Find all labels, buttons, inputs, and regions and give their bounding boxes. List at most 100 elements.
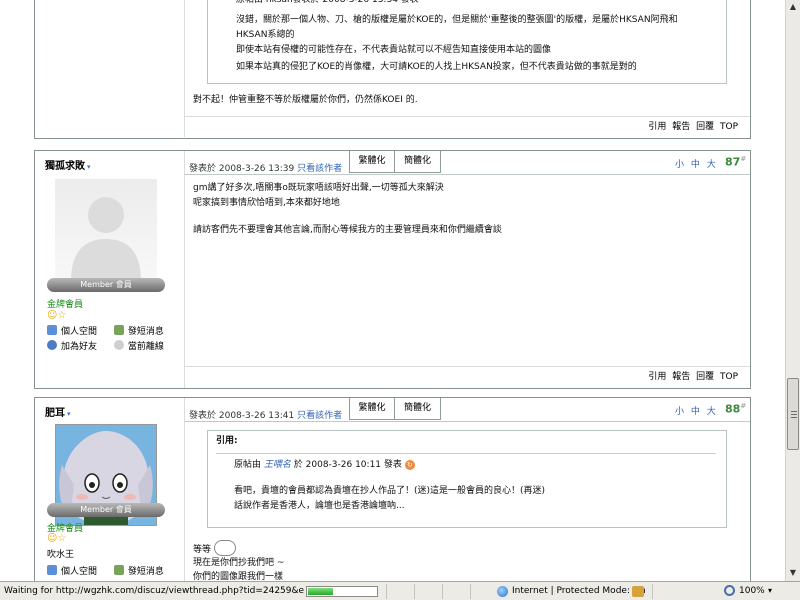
font-size-switch[interactable]: 小 中 大 — [675, 157, 718, 170]
home-icon — [47, 325, 57, 335]
tools-icon[interactable] — [632, 586, 644, 597]
floor-number-text: 87 — [725, 155, 741, 169]
zoom-dropdown-icon[interactable]: ▾ — [768, 582, 772, 600]
add-friend-label[interactable]: 加為好友 — [61, 342, 97, 352]
traditional-button[interactable]: 繁體化 — [349, 151, 395, 173]
quote-line: 即使本站有侵權的可能性存在，不代表貴站就可以不經告知直接使用本站的圖像 — [236, 45, 552, 55]
post-line: 呢家搞到事情欣恰唔到,本來都好地地 — [193, 198, 340, 208]
floor-number-text: 88 — [725, 402, 741, 416]
custom-title: 吹水王 — [47, 550, 75, 560]
add-friend-link[interactable]: 加為好友 — [47, 340, 111, 355]
post-action-bar: 引用 報告 回覆 TOP — [185, 116, 750, 138]
message-icon — [113, 565, 124, 575]
rank-stars-icon: ☺☆ — [47, 310, 67, 321]
post-previous: 原帖由 hksan發表於 2008-3-26 13:34 發表 沒錯，關於那一個… — [34, 0, 751, 139]
scrollbar-thumb[interactable] — [787, 378, 799, 450]
quote-block: 原帖由 hksan發表於 2008-3-26 13:34 發表 沒錯，關於那一個… — [207, 0, 727, 84]
status-bar: Waiting for http://wgzhk.com/discuz/view… — [0, 581, 800, 600]
quote-source-prefix: 原帖由 — [234, 460, 262, 470]
avatar[interactable] — [55, 179, 157, 281]
page-viewport: 原帖由 hksan發表於 2008-3-26 13:34 發表 沒錯，關於那一個… — [0, 0, 785, 581]
send-message-link[interactable]: 發短消息 — [113, 325, 164, 337]
quote-line: HKSAN系總的 — [236, 30, 295, 40]
quote-source: 原帖由 王喂名 於 2008-3-26 10:11 發表 ↻ — [234, 458, 415, 473]
default-avatar-icon — [55, 179, 157, 281]
simplified-button[interactable]: 簡體化 — [395, 151, 441, 173]
loading-progress-bar — [306, 586, 378, 597]
reply-link[interactable]: 回覆 — [696, 372, 714, 382]
user-links: 個人空間 發短消息 加為好友 當前離線 — [47, 325, 164, 355]
go-to-post-icon[interactable]: ↻ — [404, 460, 415, 470]
quote-inner: 原帖由 王喂名 於 2008-3-26 10:11 發表 ↻ 看吧，貴壇的會員都… — [216, 453, 716, 523]
report-link[interactable]: 報告 — [672, 372, 690, 382]
quote-line: 沒錯，關於那一個人物、刀、槍的版權是屬於KOE的，但是關於'重整後的整張圖'的版… — [236, 15, 678, 25]
quote-source-user[interactable]: 王喂名 — [264, 460, 291, 470]
only-author-link[interactable]: 只看該作者 — [297, 164, 342, 174]
send-message-link[interactable]: 發短消息 — [113, 565, 164, 577]
quote-title: 引用: — [216, 436, 238, 446]
traditional-button[interactable]: 繁體化 — [349, 398, 395, 420]
smiley-icon — [213, 540, 236, 556]
post-line: 現在是你們抄我們吧 ~ — [193, 558, 285, 568]
floor-number: 87# — [725, 155, 746, 169]
post-line: gm講了好多次,唔關事o既玩家唔該唔好出聲,一切等孤大來解決 — [193, 183, 444, 193]
top-link[interactable]: TOP — [720, 372, 738, 382]
profile-link[interactable]: 個人空間 — [47, 565, 111, 580]
username-text[interactable]: 獨孤求敗 — [45, 161, 85, 172]
post-line-text: 等等 — [193, 545, 212, 555]
font-size-switch[interactable]: 小 中 大 — [675, 404, 718, 417]
username-text[interactable]: 肥耳 — [45, 408, 65, 419]
post-line: 你們的圖像跟我們一樣 — [193, 572, 284, 581]
message-icon — [113, 325, 124, 335]
quote-link[interactable]: 引用 — [648, 122, 666, 132]
offline-icon — [113, 340, 124, 350]
send-message-label[interactable]: 發短消息 — [128, 327, 164, 337]
profile-link-label[interactable]: 個人空間 — [61, 567, 97, 577]
vertical-scrollbar[interactable]: ▲ ▼ — [785, 0, 800, 581]
online-status-label: 當前離線 — [127, 342, 164, 352]
user-column: 肥耳 ▾ Member 會員 金牌會員 ☺☆ 吹水王 個人空間 發短消息 — [35, 398, 185, 581]
dropdown-icon[interactable]: ▾ — [67, 410, 71, 418]
member-badge: Member 會員 — [47, 503, 165, 517]
add-friend-icon — [47, 340, 57, 350]
profile-link-label[interactable]: 個人空間 — [61, 327, 97, 337]
security-zone[interactable]: Internet | Protected Mode: On — [512, 582, 646, 600]
scroll-down-icon[interactable]: ▼ — [786, 566, 800, 580]
floor-sup: # — [740, 402, 747, 410]
home-icon — [47, 565, 57, 575]
user-links: 個人空間 發短消息 — [47, 565, 164, 580]
reply-link[interactable]: 回覆 — [696, 122, 714, 132]
profile-link[interactable]: 個人空間 — [47, 325, 111, 340]
post-87: 獨孤求敗 ▾ Member 會員 金牌會員 ☺☆ 個人空間 發短消息 加為好友 … — [34, 150, 751, 389]
scroll-up-icon[interactable]: ▲ — [786, 0, 800, 14]
username[interactable]: 獨孤求敗 ▾ — [45, 157, 91, 172]
quote-source: 原帖由 hksan發表於 2008-3-26 13:34 發表 — [236, 0, 419, 5]
floor-number: 88# — [725, 402, 746, 416]
online-status: 當前離線 — [113, 340, 164, 352]
only-author-link[interactable]: 只看該作者 — [297, 411, 342, 421]
zoom-level[interactable]: 100% — [739, 582, 765, 600]
status-text: Waiting for http://wgzhk.com/discuz/view… — [4, 586, 304, 596]
post-date: 發表於 2008-3-26 13:39 — [189, 164, 295, 174]
post-88: 肥耳 ▾ Member 會員 金牌會員 ☺☆ 吹水王 個人空間 發短消息 發表於… — [34, 397, 751, 581]
progress-fill — [308, 588, 333, 595]
quote-line: 話說作者是香港人，論壇也是香港論壇吶... — [234, 501, 405, 511]
dropdown-icon[interactable]: ▾ — [87, 163, 91, 171]
simplified-button[interactable]: 簡體化 — [395, 398, 441, 420]
username[interactable]: 肥耳 ▾ — [45, 404, 71, 419]
reply-text: 對不起！仲管重整不等於版權屬於你們，仍然係KOEI 的. — [193, 95, 418, 105]
report-link[interactable]: 報告 — [672, 122, 690, 132]
post-meta: 發表於 2008-3-26 13:41 只看該作者 — [189, 408, 342, 421]
quote-block: 引用: 原帖由 王喂名 於 2008-3-26 10:11 發表 ↻ 看吧，貴壇… — [207, 430, 727, 528]
post-body: 發表於 2008-3-26 13:41 只看該作者 繁體化 簡體化 小 中 大 … — [185, 398, 750, 581]
quote-link[interactable]: 引用 — [648, 372, 666, 382]
top-link[interactable]: TOP — [720, 122, 738, 132]
zoom-icon[interactable] — [724, 585, 735, 596]
quote-line: 如果本站真的侵犯了KOE的肖像權，大可請KOE的人找上HKSAN投家，但不代表貴… — [236, 62, 637, 72]
rank-label: 金牌會員 — [47, 300, 84, 310]
rank-stars-icon: ☺☆ — [47, 533, 67, 544]
globe-icon — [497, 586, 508, 597]
send-message-label[interactable]: 發短消息 — [128, 567, 164, 577]
user-column: 獨孤求敗 ▾ Member 會員 金牌會員 ☺☆ 個人空間 發短消息 加為好友 … — [35, 151, 185, 388]
post-meta: 發表於 2008-3-26 13:39 只看該作者 — [189, 161, 342, 174]
